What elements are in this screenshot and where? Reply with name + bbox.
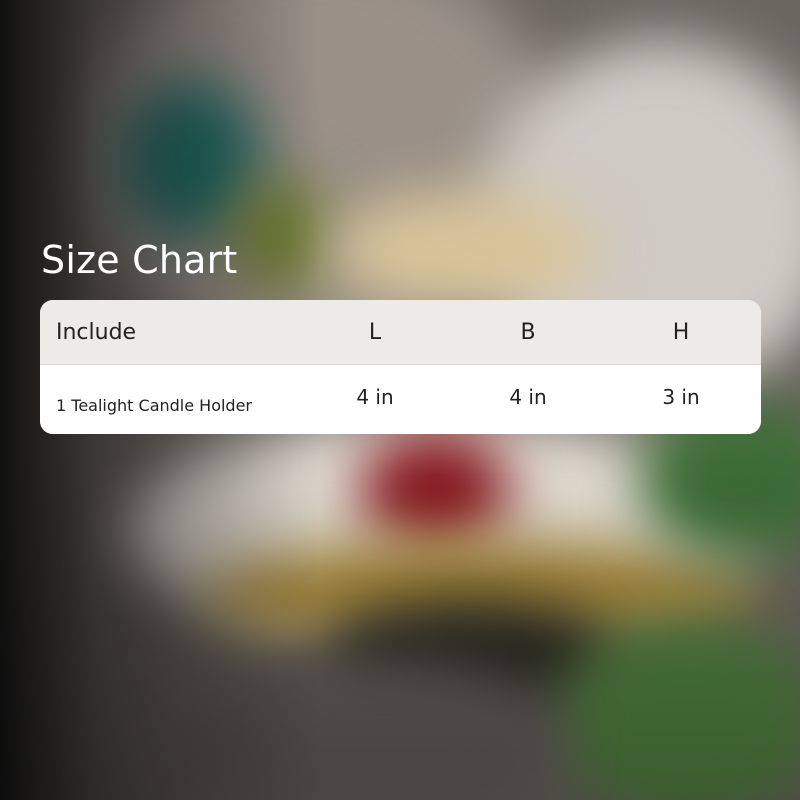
column-header-breadth: B bbox=[520, 319, 536, 345]
table-row: 1 Tealight Candle Holder 4 in 4 in 3 in bbox=[40, 365, 761, 434]
breadth-cell: 4 in bbox=[509, 384, 547, 409]
column-header-length: L bbox=[368, 319, 382, 345]
item-name-cell: 1 Tealight Candle Holder bbox=[56, 395, 253, 415]
table-header-row: Include L B H bbox=[40, 300, 761, 365]
column-header-height: H bbox=[672, 319, 690, 345]
size-chart-table: Include L B H 1 Tealight Candle Holder 4… bbox=[40, 300, 761, 434]
size-chart-title: Size Chart bbox=[41, 238, 238, 282]
length-cell: 4 in bbox=[356, 384, 394, 409]
height-cell: 3 in bbox=[662, 384, 700, 409]
column-header-include: Include bbox=[56, 319, 137, 345]
